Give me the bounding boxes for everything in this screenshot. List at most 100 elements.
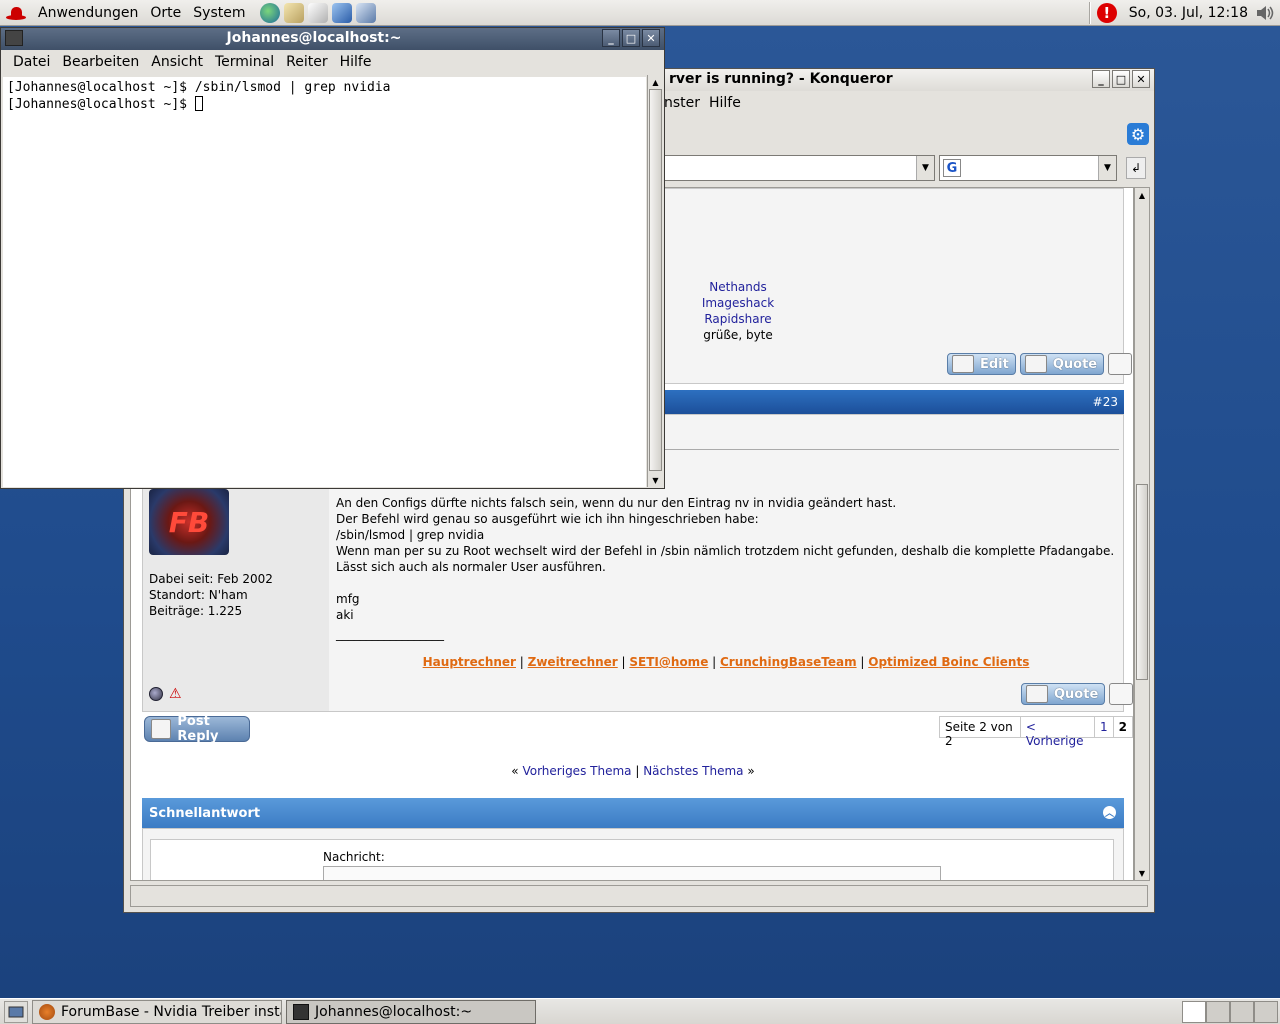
multi-quote-button[interactable] bbox=[1109, 683, 1133, 705]
maximize-button[interactable]: □ bbox=[1112, 70, 1130, 88]
online-status-icon bbox=[149, 687, 163, 701]
thread-navigation: « Vorheriges Thema | Nächstes Thema » bbox=[131, 764, 1133, 778]
link-optimized-boinc[interactable]: Optimized Boinc Clients bbox=[868, 655, 1029, 669]
scissors-icon bbox=[952, 355, 974, 373]
multi-quote-button[interactable] bbox=[1108, 353, 1133, 375]
menu-view[interactable]: Ansicht bbox=[145, 54, 209, 70]
taskbar-item-browser[interactable]: ForumBase - Nvidia Treiber installi... bbox=[32, 999, 282, 1024]
scroll-down-icon[interactable]: ▼ bbox=[649, 473, 662, 487]
post-number-link[interactable]: #23 bbox=[1093, 395, 1118, 409]
link-seti[interactable]: SETI@home bbox=[629, 655, 708, 669]
menu-system[interactable]: System bbox=[187, 5, 251, 21]
terminal-titlebar[interactable]: Johannes@localhost:~ _ □ ✕ bbox=[1, 28, 664, 50]
edit-button[interactable]: Edit bbox=[947, 353, 1016, 375]
terminal-line: [Johannes@localhost ~]$ /sbin/lsmod | gr… bbox=[7, 80, 391, 95]
edit-label: Edit bbox=[980, 356, 1009, 372]
terminal-line: [Johannes@localhost ~]$ bbox=[7, 96, 642, 113]
workspace-4[interactable] bbox=[1254, 1000, 1278, 1023]
chevron-down-icon[interactable]: ▼ bbox=[916, 156, 934, 180]
bottom-panel: ForumBase - Nvidia Treiber installi... J… bbox=[0, 998, 1280, 1024]
scroll-down-icon[interactable]: ▼ bbox=[1136, 866, 1148, 880]
clock[interactable]: So, 03. Jul, 12:18 bbox=[1123, 5, 1254, 21]
pagination: Seite 2 von 2 < Vorherige 1 2 bbox=[939, 716, 1133, 748]
scroll-up-icon[interactable]: ▲ bbox=[1136, 188, 1148, 202]
menu-window[interactable]: nster bbox=[664, 95, 700, 111]
web-browser-icon[interactable] bbox=[259, 2, 280, 23]
text-editor-icon[interactable] bbox=[307, 2, 328, 23]
menu-help[interactable]: Hilfe bbox=[709, 95, 741, 111]
quick-reply-header: Schnellantwort ︿ bbox=[142, 798, 1124, 828]
google-icon[interactable]: G bbox=[943, 159, 961, 177]
vertical-scrollbar[interactable]: ▲ ▼ bbox=[1134, 187, 1150, 881]
post-line bbox=[336, 575, 1116, 591]
post-line: An den Configs dürfte nichts falsch sein… bbox=[336, 496, 897, 510]
quote-label: Quote bbox=[1052, 356, 1098, 372]
taskbar-item-terminal[interactable]: Johannes@localhost:~ bbox=[286, 999, 536, 1024]
maximize-button[interactable]: □ bbox=[622, 29, 640, 47]
message-editor[interactable] bbox=[323, 866, 941, 880]
link-imageshack[interactable]: Imageshack bbox=[683, 295, 793, 311]
search-input[interactable]: G ▼ bbox=[939, 155, 1117, 181]
reply-icon bbox=[151, 719, 172, 739]
redhat-logo-icon[interactable] bbox=[6, 6, 26, 20]
collapse-icon[interactable]: ︿ bbox=[1103, 806, 1116, 819]
post-count: Beiträge: 1.225 bbox=[149, 604, 243, 618]
quote-button[interactable]: Quote bbox=[1021, 683, 1106, 705]
join-date: Dabei seit: Feb 2002 bbox=[149, 572, 273, 586]
scroll-thumb[interactable] bbox=[649, 89, 662, 471]
task-label: Johannes@localhost:~ bbox=[315, 1003, 473, 1020]
workspace-1[interactable] bbox=[1182, 1000, 1206, 1023]
avatar[interactable]: FB bbox=[149, 489, 229, 555]
page-1-link[interactable]: 1 bbox=[1095, 717, 1114, 737]
print-manager-icon[interactable] bbox=[355, 2, 376, 23]
next-thread-link[interactable]: Nächstes Thema bbox=[643, 764, 743, 778]
post-line: Der Befehl wird genau so ausgeführt wie … bbox=[336, 512, 759, 526]
workspace-3[interactable] bbox=[1230, 1000, 1254, 1023]
link-zweitrechner[interactable]: Zweitrechner bbox=[528, 655, 618, 669]
close-button[interactable]: ✕ bbox=[1132, 70, 1150, 88]
text-cursor bbox=[194, 96, 203, 111]
url-input[interactable]: ▼ bbox=[659, 155, 935, 181]
quick-reply-form: Nachricht: bbox=[150, 839, 1114, 880]
volume-icon[interactable] bbox=[1254, 3, 1276, 23]
prev-page-link[interactable]: < Vorherige bbox=[1021, 717, 1095, 748]
go-icon[interactable]: ↲ bbox=[1126, 157, 1146, 179]
nav-open-quote: « bbox=[511, 764, 519, 778]
user-info: Dabei seit: Feb 2002 Standort: N'ham Bei… bbox=[149, 571, 273, 619]
prev-thread-link[interactable]: Vorheriges Thema bbox=[522, 764, 631, 778]
link-hauptrechner[interactable]: Hauptrechner bbox=[423, 655, 516, 669]
workspace-2[interactable] bbox=[1206, 1000, 1230, 1023]
vertical-scrollbar[interactable]: ▲ ▼ bbox=[647, 75, 663, 487]
menu-applications[interactable]: Anwendungen bbox=[32, 5, 144, 21]
menu-places[interactable]: Orte bbox=[144, 5, 187, 21]
chevron-down-icon[interactable]: ▼ bbox=[1098, 156, 1116, 180]
minimize-button[interactable]: _ bbox=[1092, 70, 1110, 88]
minimize-button[interactable]: _ bbox=[602, 29, 620, 47]
link-rapidshare[interactable]: Rapidshare bbox=[683, 311, 793, 327]
terminal-window: Johannes@localhost:~ _ □ ✕ Datei Bearbei… bbox=[0, 27, 665, 489]
gear-icon[interactable]: ⚙ bbox=[1127, 123, 1149, 145]
scroll-up-icon[interactable]: ▲ bbox=[649, 75, 662, 89]
post-actions: Quote bbox=[1021, 683, 1133, 705]
menu-help[interactable]: Hilfe bbox=[334, 54, 378, 70]
scroll-thumb[interactable] bbox=[1136, 484, 1148, 680]
menu-tabs[interactable]: Reiter bbox=[280, 54, 333, 70]
menu-terminal[interactable]: Terminal bbox=[209, 54, 280, 70]
post-body: An den Configs dürfte nichts falsch sein… bbox=[336, 495, 1116, 623]
link-nethands[interactable]: Nethands bbox=[683, 279, 793, 295]
top-panel: Anwendungen Orte System ! So, 03. Jul, 1… bbox=[0, 0, 1280, 26]
close-button[interactable]: ✕ bbox=[642, 29, 660, 47]
show-desktop-icon[interactable] bbox=[4, 1000, 28, 1023]
post-reply-button[interactable]: Post Reply bbox=[144, 714, 250, 744]
update-alert-icon[interactable]: ! bbox=[1096, 2, 1117, 23]
post-line: aki bbox=[336, 608, 354, 622]
terminal-screen[interactable]: [Johannes@localhost ~]$ /sbin/lsmod | gr… bbox=[3, 77, 646, 487]
office-icon[interactable] bbox=[331, 2, 352, 23]
location: Standort: N'ham bbox=[149, 588, 248, 602]
menu-edit[interactable]: Bearbeiten bbox=[56, 54, 145, 70]
report-icon[interactable]: ⚠ bbox=[169, 687, 185, 701]
email-icon[interactable] bbox=[283, 2, 304, 23]
menu-file[interactable]: Datei bbox=[7, 54, 56, 70]
quote-button[interactable]: Quote bbox=[1019, 353, 1105, 375]
link-crunchingbaseteam[interactable]: CrunchingBaseTeam bbox=[720, 655, 857, 669]
